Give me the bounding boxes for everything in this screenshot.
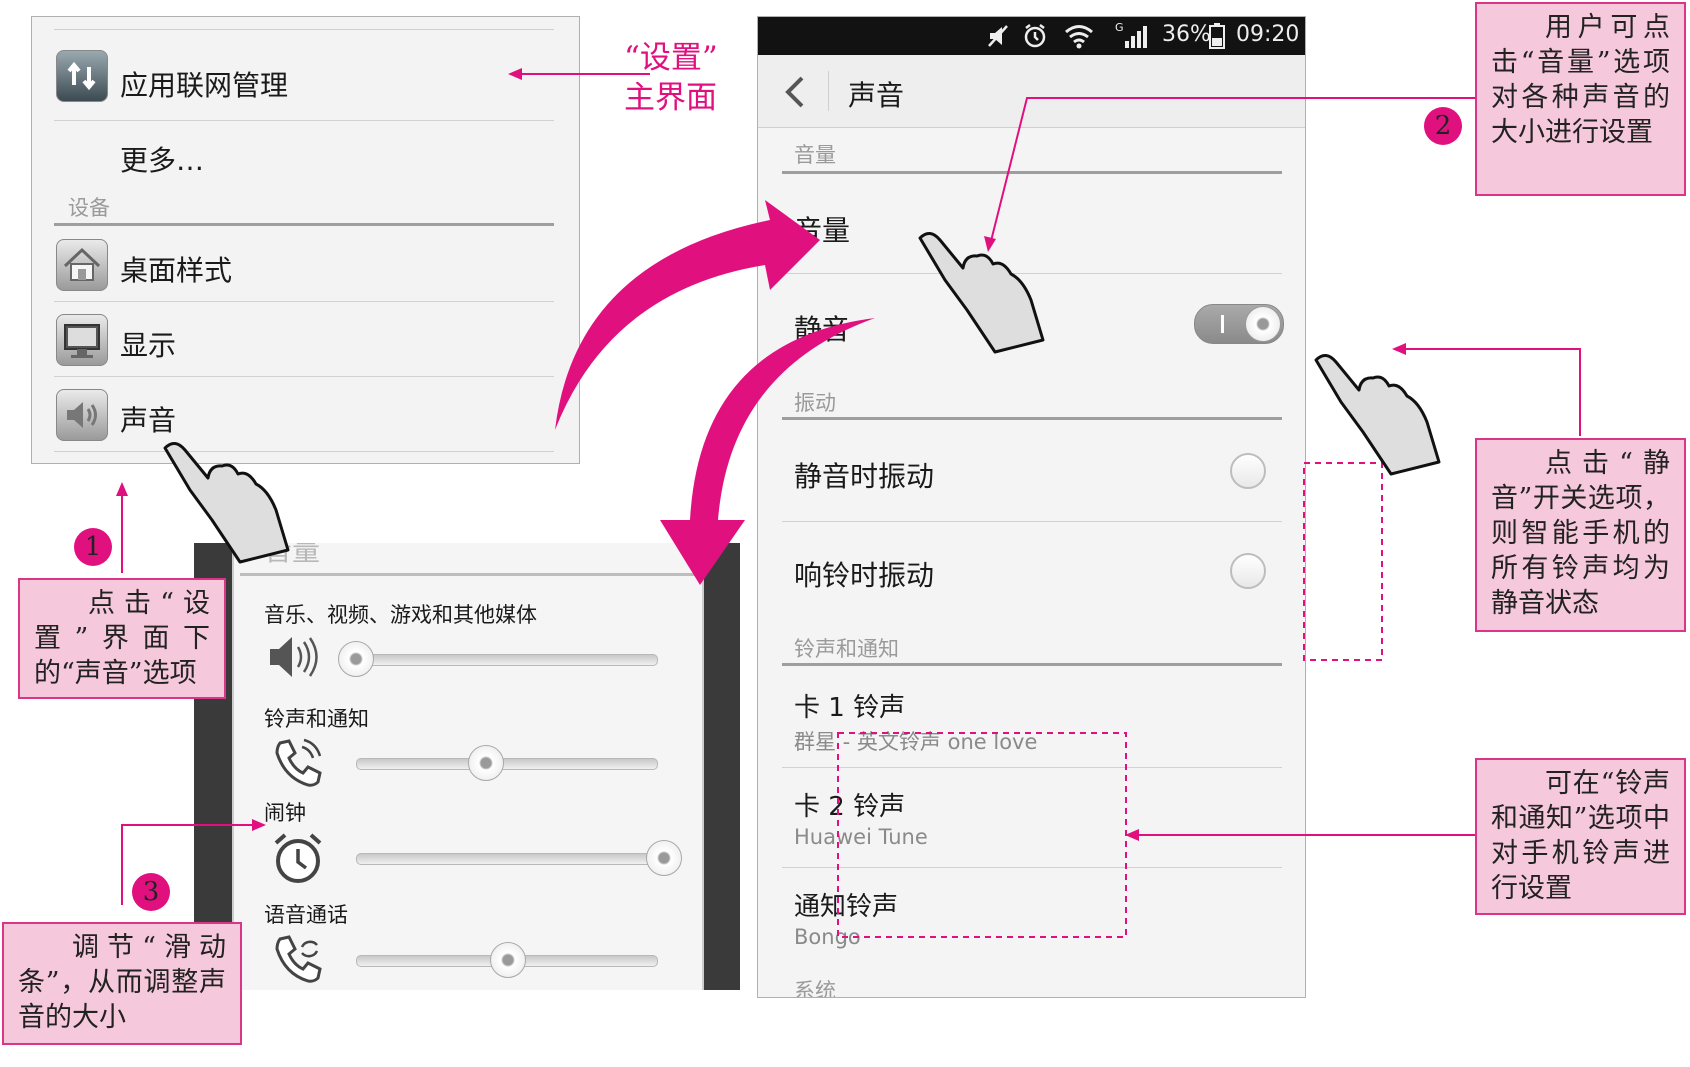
note-step1: 点击“设置”界面下的“声音”选项 (18, 578, 226, 699)
note-mute: 点击“静音”开关选项，则智能手机的所有铃声均为静音状态 (1475, 438, 1686, 632)
step-badge-2: 2 (1424, 107, 1462, 145)
ringtone-highlight-box (837, 732, 1127, 938)
note-ringtone: 可在“铃声和通知”选项中对手机铃声进行设置 (1475, 758, 1686, 915)
arrow-step2 (989, 97, 1475, 246)
note-step3: 调节“滑动条”，从而调整声音的大小 (2, 922, 242, 1045)
note-step2: 用户可点击“音量”选项对各种声音的大小进行设置 (1475, 2, 1686, 196)
annotation-overlay (116, 68, 1581, 938)
vibrate-highlight-box (1303, 462, 1383, 661)
hand-pointer-icon (163, 232, 1441, 564)
step-badge-3: 3 (132, 873, 170, 911)
curved-arrow-down (660, 318, 875, 585)
step-badge-1: 1 (74, 528, 112, 566)
curved-arrow-right (555, 200, 820, 430)
